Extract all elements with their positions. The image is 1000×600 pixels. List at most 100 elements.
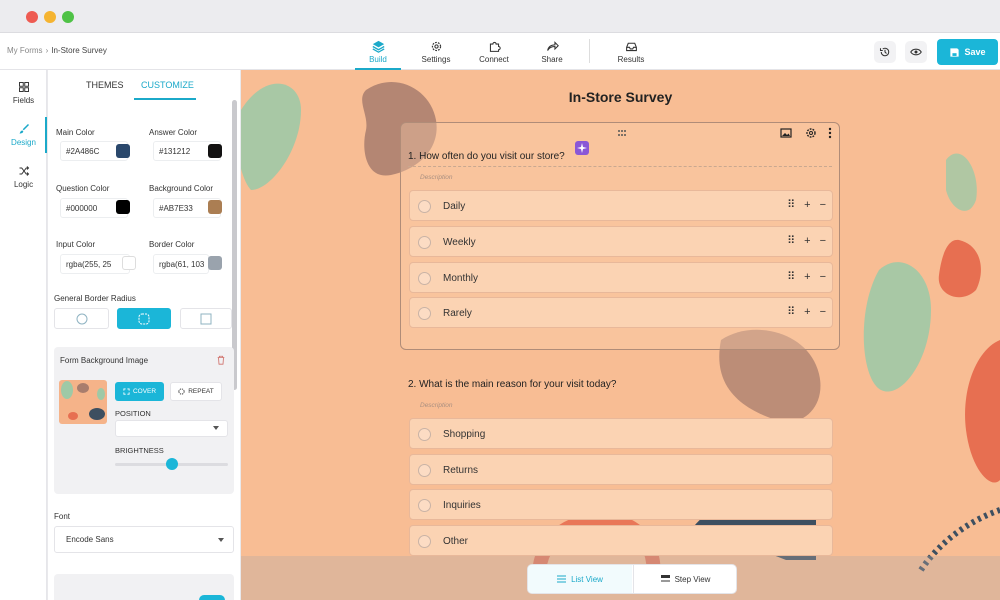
drag-handle-icon[interactable]: ⠿ bbox=[787, 306, 795, 319]
border-color-label: Border Color bbox=[149, 240, 195, 249]
add-option-icon[interactable]: + bbox=[804, 199, 810, 212]
option-label[interactable]: Inquiries bbox=[443, 500, 481, 511]
option-label[interactable]: Shopping bbox=[443, 429, 485, 440]
close-window-button[interactable] bbox=[26, 11, 38, 23]
maximize-window-button[interactable] bbox=[62, 11, 74, 23]
active-tab-indicator bbox=[134, 98, 196, 100]
background-color-label: Background Color bbox=[149, 184, 214, 193]
option-label[interactable]: Returns bbox=[443, 465, 478, 476]
option-label[interactable]: Other bbox=[443, 536, 468, 547]
thumbnail-art bbox=[61, 381, 105, 420]
drag-handle-icon[interactable] bbox=[617, 129, 627, 137]
answer-color-label: Answer Color bbox=[149, 128, 198, 137]
radio-button[interactable] bbox=[418, 200, 431, 213]
tab-results-label: Results bbox=[617, 54, 645, 64]
question-1-option[interactable]: Rarely ⠿ + − bbox=[409, 297, 833, 328]
gear-icon[interactable] bbox=[805, 127, 817, 139]
rail-item-logic[interactable]: Logic bbox=[0, 159, 47, 195]
question-2-description[interactable]: Description bbox=[420, 402, 453, 409]
font-select[interactable]: Encode Sans bbox=[54, 526, 234, 553]
remove-option-icon[interactable]: − bbox=[820, 271, 826, 284]
drag-handle-icon[interactable]: ⠿ bbox=[787, 271, 795, 284]
question-color-swatch[interactable] bbox=[116, 200, 130, 214]
drag-handle-icon[interactable]: ⠿ bbox=[787, 199, 795, 212]
question-1-option[interactable]: Monthly ⠿ + − bbox=[409, 262, 833, 293]
shuffle-icon bbox=[19, 166, 29, 176]
question-2-option[interactable]: Shopping bbox=[409, 418, 833, 449]
question-1-option[interactable]: Weekly ⠿ + − bbox=[409, 226, 833, 257]
gear-icon bbox=[431, 41, 441, 51]
tab-settings[interactable]: Settings bbox=[407, 33, 465, 70]
question-2-text[interactable]: 2. What is the main reason for your visi… bbox=[408, 379, 616, 390]
radius-option-round[interactable] bbox=[54, 308, 109, 329]
border-color-input[interactable]: rgba(61, 103 bbox=[153, 254, 209, 274]
background-image-section: Form Background Image COVER REPEAT POSIT… bbox=[54, 347, 234, 494]
step-view-button[interactable]: Step View bbox=[633, 565, 736, 593]
remove-option-icon[interactable]: − bbox=[820, 235, 826, 248]
save-button[interactable]: Save bbox=[937, 39, 998, 65]
main-color-swatch[interactable] bbox=[116, 144, 130, 158]
option-label[interactable]: Daily bbox=[443, 201, 465, 212]
list-view-button[interactable]: List View bbox=[528, 565, 632, 593]
remove-option-icon[interactable]: − bbox=[820, 306, 826, 319]
brightness-slider-thumb[interactable] bbox=[165, 458, 178, 470]
add-option-icon[interactable]: + bbox=[804, 235, 810, 248]
breadcrumb-root[interactable]: My Forms bbox=[7, 46, 43, 55]
toggle-switch[interactable] bbox=[199, 595, 225, 600]
radius-option-square[interactable] bbox=[180, 308, 232, 329]
option-label[interactable]: Rarely bbox=[443, 308, 472, 319]
grid-icon bbox=[18, 82, 29, 92]
remove-option-icon[interactable]: − bbox=[820, 199, 826, 212]
border-color-swatch[interactable] bbox=[208, 256, 222, 270]
question-2-option[interactable]: Returns bbox=[409, 454, 833, 485]
trash-icon[interactable] bbox=[216, 355, 226, 365]
rail-item-logic-label: Logic bbox=[13, 180, 34, 189]
step-icon bbox=[660, 575, 670, 582]
radio-button[interactable] bbox=[418, 464, 431, 477]
more-vertical-icon[interactable] bbox=[828, 127, 832, 139]
question-1-description[interactable]: Description bbox=[420, 174, 453, 181]
input-color-input[interactable]: rgba(255, 25 bbox=[60, 254, 130, 274]
answer-color-swatch[interactable] bbox=[208, 144, 222, 158]
ai-sparkle-button[interactable] bbox=[575, 141, 589, 155]
history-button[interactable] bbox=[874, 41, 896, 63]
question-2-option[interactable]: Inquiries bbox=[409, 489, 833, 520]
option-tools: ⠿ + − bbox=[787, 271, 826, 284]
radio-button[interactable] bbox=[418, 535, 431, 548]
radio-button[interactable] bbox=[418, 428, 431, 441]
preview-button[interactable] bbox=[905, 41, 927, 63]
tab-themes[interactable]: THEMES bbox=[86, 80, 124, 90]
input-color-swatch[interactable] bbox=[122, 256, 136, 270]
question-1-option[interactable]: Daily ⠿ + − bbox=[409, 190, 833, 221]
form-title[interactable]: In-Store Survey bbox=[241, 89, 1000, 105]
radio-button[interactable] bbox=[418, 272, 431, 285]
add-option-icon[interactable]: + bbox=[804, 306, 810, 319]
position-select[interactable] bbox=[115, 420, 228, 437]
background-image-thumbnail[interactable] bbox=[59, 380, 107, 424]
image-icon[interactable] bbox=[780, 127, 792, 139]
tab-connect[interactable]: Connect bbox=[465, 33, 523, 70]
cover-button[interactable]: COVER bbox=[115, 382, 164, 401]
question-2-option[interactable]: Other bbox=[409, 525, 833, 556]
repeat-button[interactable]: REPEAT bbox=[170, 382, 222, 401]
tab-customize[interactable]: CUSTOMIZE bbox=[141, 80, 194, 90]
background-image-title: Form Background Image bbox=[60, 356, 149, 365]
option-label[interactable]: Monthly bbox=[443, 273, 478, 284]
radius-option-medium[interactable] bbox=[117, 308, 171, 329]
rail-item-design[interactable]: Design bbox=[0, 117, 47, 153]
list-view-label: List View bbox=[571, 574, 603, 584]
panel-scrollbar[interactable] bbox=[232, 100, 237, 390]
tab-results[interactable]: Results bbox=[602, 33, 660, 70]
rail-item-fields[interactable]: Fields bbox=[0, 75, 47, 111]
drag-handle-icon[interactable]: ⠿ bbox=[787, 235, 795, 248]
tab-share[interactable]: Share bbox=[523, 33, 581, 70]
radio-button[interactable] bbox=[418, 499, 431, 512]
radio-button[interactable] bbox=[418, 236, 431, 249]
option-label[interactable]: Weekly bbox=[443, 237, 476, 248]
tab-build[interactable]: Build bbox=[349, 33, 407, 70]
minimize-window-button[interactable] bbox=[44, 11, 56, 23]
radio-button[interactable] bbox=[418, 307, 431, 320]
add-option-icon[interactable]: + bbox=[804, 271, 810, 284]
background-color-swatch[interactable] bbox=[208, 200, 222, 214]
question-1-text[interactable]: 1. How often do you visit our store? bbox=[408, 151, 565, 162]
